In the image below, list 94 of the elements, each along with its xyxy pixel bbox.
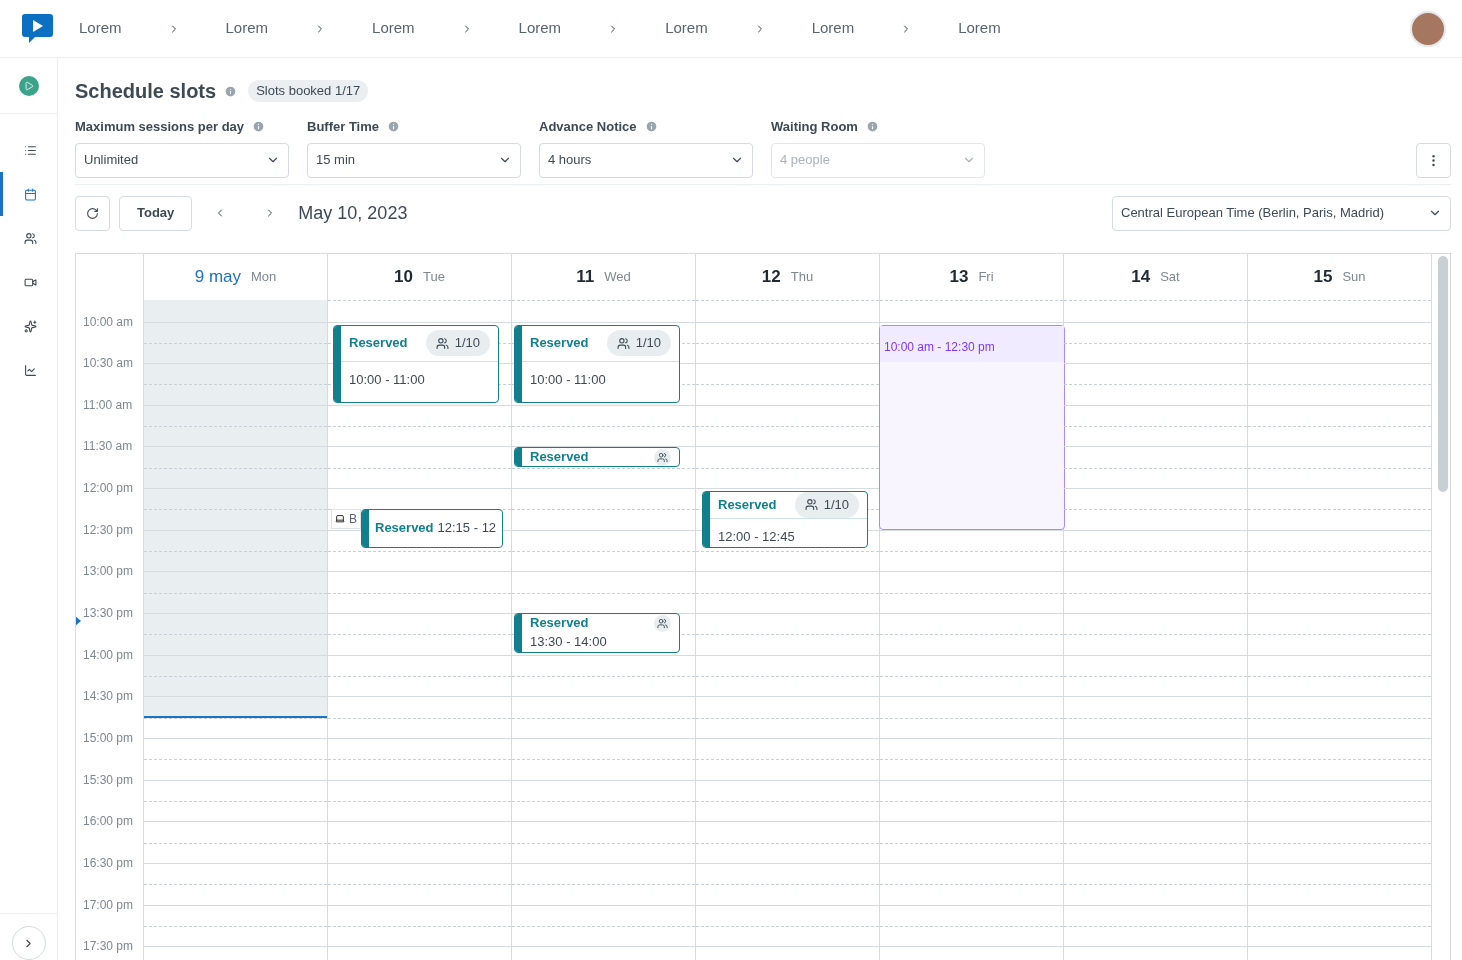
reserved-event[interactable]: Reserved 1/10 12:00 - 12:45: [702, 490, 868, 548]
time-label: 16:30 pm: [83, 855, 134, 873]
time-label: 14:00 pm: [83, 646, 134, 664]
field-label: Waiting Room: [771, 118, 858, 136]
day-header[interactable]: 9 may Mon: [144, 253, 328, 300]
time-label: 15:30 pm: [83, 771, 134, 789]
info-icon[interactable]: [387, 120, 400, 134]
time-label: 17:00 pm: [83, 896, 134, 914]
accent-bar: [515, 447, 522, 466]
field-label: Advance Notice: [539, 118, 637, 136]
page-title: Schedule slots: [75, 79, 217, 104]
breadcrumb-link[interactable]: Lorem: [958, 17, 1001, 40]
users-icon: [654, 448, 671, 466]
day-header[interactable]: 10 Tue: [328, 253, 512, 300]
today-button[interactable]: Today: [119, 195, 193, 231]
breadcrumb-link[interactable]: Lorem: [79, 17, 122, 40]
reserved-event[interactable]: Reserved 1/10 10:00 - 11:00: [333, 324, 499, 403]
info-icon[interactable]: [644, 120, 658, 134]
breadcrumb-link[interactable]: Lorem: [665, 17, 708, 40]
sparkles-icon: [23, 319, 37, 333]
users-icon: [804, 498, 818, 512]
event-time: 10:00 - 11:00: [348, 370, 426, 389]
time-label: 11:30 am: [83, 438, 133, 456]
refresh-icon: [86, 206, 99, 220]
breadcrumb-link[interactable]: Lorem: [811, 17, 855, 40]
breadcrumb-link[interactable]: Lorem: [518, 17, 562, 40]
calendar-icon: [23, 187, 37, 201]
users-icon: [616, 336, 630, 350]
time-label: 12:30 pm: [83, 521, 134, 539]
capacity-pill: 1/10: [794, 492, 859, 518]
capacity-pill: 1/10: [606, 330, 671, 356]
capacity-pill: 1/10: [425, 330, 490, 356]
time-label: 10:30 am: [83, 355, 134, 373]
info-icon[interactable]: [865, 120, 879, 134]
select-field[interactable]: Unlimited: [75, 142, 289, 178]
event-time: 10:00 - 11:00: [529, 370, 607, 389]
time-label: 14:30 pm: [83, 688, 134, 706]
event-label: Reserved: [718, 496, 777, 514]
day-header[interactable]: 15 Sun: [1248, 253, 1432, 300]
breadcrumb-link[interactable]: Lorem: [225, 17, 269, 40]
users-icon: [23, 231, 37, 245]
time-label: 13:00 pm: [83, 563, 134, 581]
logo-icon[interactable]: [22, 14, 53, 43]
select-field[interactable]: 4 hours: [539, 142, 753, 178]
field-label: Buffer Time: [307, 118, 379, 136]
reserved-event[interactable]: Reserved: [514, 446, 680, 467]
time-label: 12:00 pm: [83, 480, 134, 498]
time-label: 17:30 pm: [83, 938, 134, 956]
event-label: Reserved: [530, 614, 589, 633]
avatar[interactable]: [1410, 10, 1446, 47]
time-label: 13:30 pm: [83, 605, 134, 623]
time-label: 11:00 am: [83, 396, 133, 414]
users-icon: [654, 614, 671, 632]
accent-bar: [703, 491, 710, 547]
event-label: Reserved: [375, 519, 434, 538]
current-date: May 10, 2023: [298, 201, 408, 225]
event-time: 13:30 - 14:00: [529, 632, 608, 651]
accent-bar: [515, 613, 522, 652]
day-header[interactable]: 12 Thu: [696, 253, 880, 300]
timezone-select[interactable]: Central European Time (Berlin, Paris, Madrid): [1112, 195, 1451, 231]
current-time-marker: [76, 615, 81, 626]
breadcrumb-link[interactable]: Lorem: [372, 17, 415, 40]
busy-event[interactable]: B: [331, 508, 361, 529]
time-label: 10:00 am: [83, 313, 134, 331]
availability-time: 10:00 am - 12:30 pm: [884, 339, 995, 354]
availability-block[interactable]: 10:00 am - 12:30 pm: [879, 324, 1065, 530]
day-header[interactable]: 14 Sat: [1064, 253, 1248, 300]
select-field[interactable]: 15 min: [307, 142, 521, 178]
reserved-event[interactable]: Reserved 12:15 - 12: [361, 508, 503, 548]
field-label: Maximum sessions per day: [75, 118, 245, 136]
list-icon: [23, 143, 37, 157]
reserved-event[interactable]: Reserved 1/10 10:00 - 11:00: [514, 324, 680, 403]
event-label: Reserved: [530, 334, 589, 353]
event-label: Reserved: [530, 448, 589, 466]
refresh-button[interactable]: [75, 195, 110, 231]
more-button[interactable]: [1416, 142, 1451, 178]
info-icon[interactable]: [252, 120, 266, 134]
day-header[interactable]: 11 Wed: [512, 253, 696, 300]
time-label: 16:00 pm: [83, 813, 134, 831]
scrollbar[interactable]: [1438, 255, 1448, 492]
busy-label: B: [349, 510, 357, 528]
users-icon: [435, 336, 449, 350]
event-label: Reserved: [349, 334, 408, 353]
slots-badge: Slots booked 1/17: [248, 80, 369, 102]
line-chart-icon: [23, 363, 37, 377]
laptop-icon: [335, 513, 345, 524]
time-label: 15:00 pm: [83, 730, 134, 748]
day-header[interactable]: 13 Fri: [880, 253, 1064, 300]
play-icon[interactable]: [18, 75, 39, 96]
event-time: 12:15 - 12: [437, 519, 497, 538]
reserved-event[interactable]: Reserved 13:30 - 14:00: [514, 612, 680, 653]
info-icon[interactable]: [224, 84, 238, 98]
event-time: 12:00 - 12:45: [717, 528, 796, 546]
accent-bar: [362, 509, 369, 547]
